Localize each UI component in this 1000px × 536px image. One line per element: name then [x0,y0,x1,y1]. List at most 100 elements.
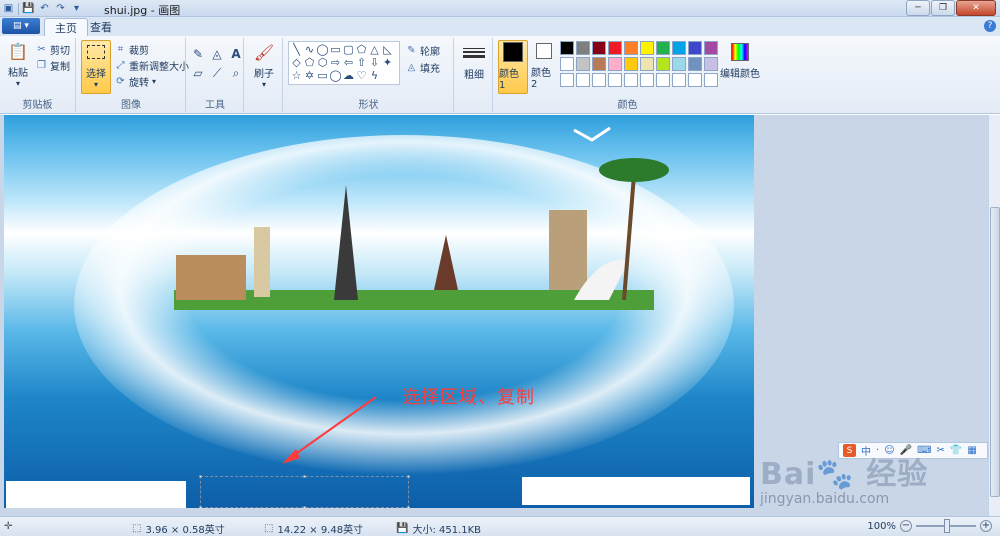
help-icon[interactable]: ? [984,20,996,32]
color-picker-icon[interactable]: ⟋ [209,65,225,81]
color-swatch[interactable] [704,73,718,87]
paste-button[interactable]: 📋 粘贴 ▾ [5,40,31,89]
color-swatch[interactable] [688,73,702,87]
color-swatch[interactable] [704,41,718,55]
color-swatch[interactable] [576,57,590,71]
ime-tool-icon[interactable]: ✂ [937,445,945,456]
color-swatch[interactable] [608,73,622,87]
undo-icon[interactable]: ↶ [38,2,51,15]
selection-rectangle[interactable] [199,475,410,508]
magnifier-icon[interactable]: ⌕ [228,65,244,81]
fill-button[interactable]: ◬ 填充 [406,60,440,75]
right-arrow-shape-icon[interactable]: ⇨ [329,56,342,69]
callout-rect-icon[interactable]: ▭ [316,69,329,82]
color2-button[interactable]: 颜色 2 [531,40,557,90]
pentagon-shape-icon[interactable]: ⬠ [303,56,316,69]
five-point-star-icon[interactable]: ☆ [290,69,303,82]
crop-button[interactable]: ⌗ 裁剪 [115,42,149,57]
color-swatch[interactable] [592,57,606,71]
selection-handle[interactable] [199,475,202,478]
brushes-button[interactable]: 🖌 刷子 ▾ [250,41,278,90]
save-icon[interactable]: 💾 [22,2,35,15]
four-point-star-icon[interactable]: ✦ [381,56,394,69]
heart-shape-icon[interactable]: ♡ [355,69,368,82]
size-button[interactable]: 粗细 [460,42,488,81]
select-button[interactable]: 选择 ▾ [81,40,111,94]
shapes-gallery[interactable]: ╲ ∿ ◯ ▭ ▢ ⬠ △ ◺ ◇ ⬠ ⬡ ⇨ ⇦ ⇧ ⇩ ✦ ☆ ✡ ▭ ◯ … [288,41,400,85]
color-swatch[interactable] [640,73,654,87]
customize-icon[interactable]: ▾ [70,2,83,15]
color-swatch[interactable] [688,41,702,55]
color-swatch[interactable] [640,41,654,55]
redo-icon[interactable]: ↷ [54,2,67,15]
rectangle-shape-icon[interactable]: ▭ [329,43,342,56]
edit-colors-button[interactable]: 编辑颜色 [720,41,760,80]
color-swatch[interactable] [560,73,574,87]
text-icon[interactable]: A [228,46,244,62]
curve-shape-icon[interactable]: ∿ [303,43,316,56]
close-button[interactable]: ✕ [956,0,996,16]
color-swatch[interactable] [656,41,670,55]
color-swatch[interactable] [576,41,590,55]
up-arrow-shape-icon[interactable]: ⇧ [355,56,368,69]
color-swatch[interactable] [656,73,670,87]
color-swatch[interactable] [608,41,622,55]
six-point-star-icon[interactable]: ✡ [303,69,316,82]
color1-button[interactable]: 颜色 1 [498,40,528,94]
vertical-scrollbar[interactable] [988,115,1000,516]
ime-skin-icon[interactable]: 👕 [950,445,962,456]
color-swatch[interactable] [624,41,638,55]
paint-app-icon[interactable]: ▣ [2,2,15,15]
color-swatch[interactable] [640,57,654,71]
color-swatch[interactable] [576,73,590,87]
color-swatch[interactable] [560,57,574,71]
line-shape-icon[interactable]: ╲ [290,43,303,56]
oval-shape-icon[interactable]: ◯ [316,43,329,56]
triangle-shape-icon[interactable]: △ [368,43,381,56]
ime-menu-icon[interactable]: ▦ [967,445,976,456]
color-swatch[interactable] [624,73,638,87]
maximize-button[interactable]: ❐ [931,0,955,16]
color-swatch[interactable] [624,57,638,71]
color-swatch[interactable] [704,57,718,71]
right-triangle-shape-icon[interactable]: ◺ [381,43,394,56]
down-arrow-shape-icon[interactable]: ⇩ [368,56,381,69]
minimize-button[interactable]: ─ [906,0,930,16]
hexagon-shape-icon[interactable]: ⬡ [316,56,329,69]
selection-handle[interactable] [407,475,410,478]
rounded-rect-shape-icon[interactable]: ▢ [342,43,355,56]
copy-button[interactable]: ❐ 复制 [36,58,70,73]
color-swatch[interactable] [672,41,686,55]
app-menu-button[interactable]: ▤ ▾ [2,18,40,34]
color-swatch[interactable] [672,73,686,87]
color-swatch[interactable] [592,73,606,87]
cut-button[interactable]: ✂ 剪切 [36,42,70,57]
diamond-shape-icon[interactable]: ◇ [290,56,303,69]
color-swatch[interactable] [560,41,574,55]
selection-handle[interactable] [303,506,306,508]
zoom-slider[interactable] [916,519,976,533]
pencil-icon[interactable]: ✎ [190,46,206,62]
color-swatch[interactable] [656,57,670,71]
scrollbar-thumb[interactable] [990,207,1000,497]
drawing-canvas[interactable]: 选择区域、复制 [4,115,754,508]
selection-handle[interactable] [303,475,306,478]
color-swatch[interactable] [672,57,686,71]
polygon-shape-icon[interactable]: ⬠ [355,43,368,56]
outline-button[interactable]: ✎ 轮廓 [406,43,440,58]
rotate-button[interactable]: ⟳ 旋转 ▾ [115,74,156,89]
callout-oval-icon[interactable]: ◯ [329,69,342,82]
color-swatch[interactable] [592,41,606,55]
zoom-slider-knob[interactable] [944,519,950,533]
tab-view[interactable]: 查看 [80,18,122,36]
color-swatch[interactable] [608,57,622,71]
callout-cloud-icon[interactable]: ☁ [342,69,355,82]
lightning-shape-icon[interactable]: ϟ [368,69,381,82]
eraser-icon[interactable]: ▱ [190,65,206,81]
left-arrow-shape-icon[interactable]: ⇦ [342,56,355,69]
selection-handle[interactable] [407,506,410,508]
color-swatch[interactable] [688,57,702,71]
fill-bucket-icon[interactable]: ◬ [209,46,225,62]
selection-handle[interactable] [199,506,202,508]
resize-button[interactable]: ⤢ 重新调整大小 [115,58,190,73]
